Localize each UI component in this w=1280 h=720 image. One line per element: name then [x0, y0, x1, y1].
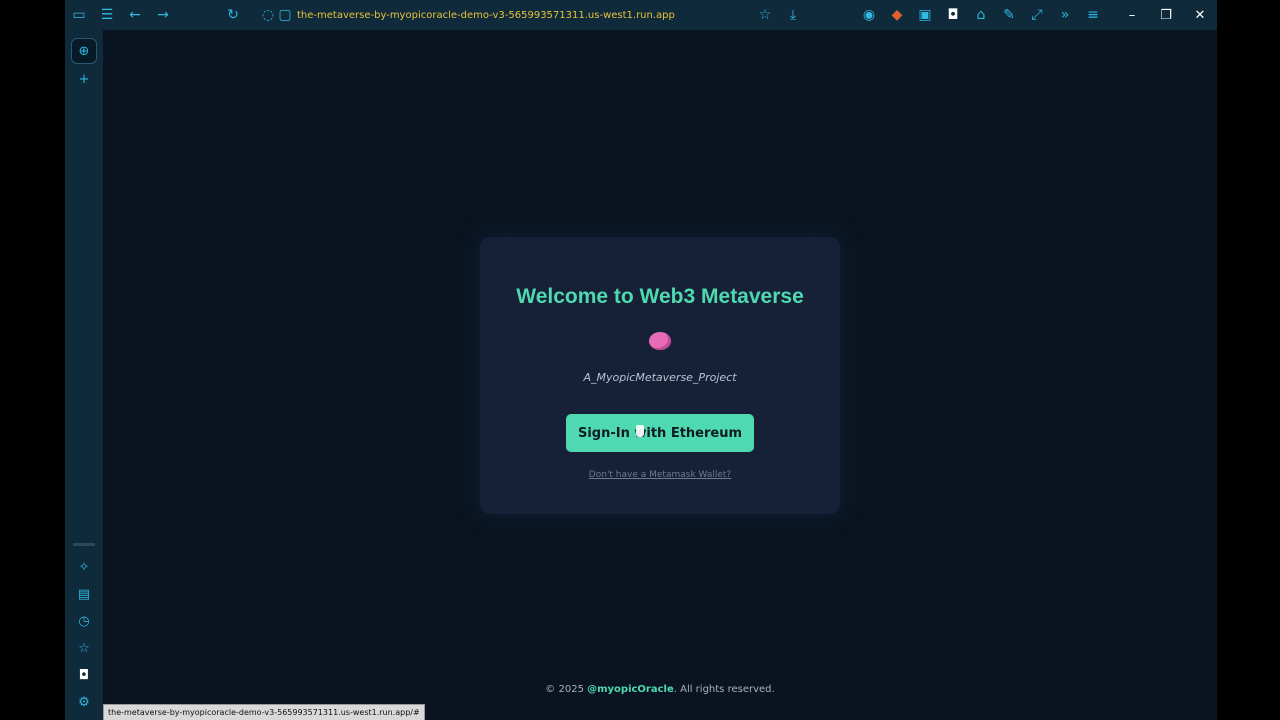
forward-arrow-icon[interactable]: → [149, 0, 177, 30]
login-card: Welcome to Web3 Metaverse A_MyopicMetave… [480, 237, 840, 514]
download-icon[interactable]: ⤓ [779, 0, 807, 30]
footer-prefix: © 2025 [545, 684, 588, 695]
plus-icon[interactable]: + [65, 67, 103, 91]
sidebar-divider [73, 543, 95, 546]
resize-icon[interactable]: ⤢ [1023, 0, 1051, 30]
shield-extension-icon[interactable]: ◘ [939, 0, 967, 30]
tabs-icon[interactable]: ☰ [93, 0, 121, 30]
brain-icon [649, 332, 671, 350]
web-page: Welcome to Web3 Metaverse A_MyopicMetave… [103, 30, 1217, 720]
shield-icon[interactable]: ◘ [65, 663, 103, 687]
reload-icon[interactable]: ↻ [219, 0, 247, 30]
shield-icon[interactable]: ◌ [259, 0, 277, 30]
mouse-cursor [636, 425, 644, 437]
star-icon[interactable]: ☆ [65, 636, 103, 660]
globe-icon[interactable]: ⊕ [71, 38, 97, 64]
lock-icon: ▢ [278, 7, 292, 23]
footer-handle-link[interactable]: @myopicOracle [587, 684, 674, 695]
sparkle-icon[interactable]: ✧ [65, 555, 103, 579]
address-bar[interactable]: the-metaverse-by-myopicoracle-demo-v3-56… [297, 10, 675, 21]
footer-suffix: . All rights reserved. [673, 684, 775, 695]
status-bar-url: the-metaverse-by-myopicoracle-demo-v3-56… [103, 704, 425, 720]
page-footer: © 2025 @myopicOracle. All rights reserve… [103, 684, 1217, 695]
wrench-icon[interactable]: ✎ [995, 0, 1023, 30]
sidebar-toggle-icon[interactable]: ▭ [65, 0, 93, 30]
minimize-button[interactable]: – [1115, 0, 1149, 30]
menu-icon[interactable]: ≡ [1079, 0, 1107, 30]
extension-icon[interactable]: ◉ [855, 0, 883, 30]
no-wallet-link[interactable]: Don't have a Metamask Wallet? [480, 470, 840, 480]
history-icon[interactable]: ◷ [65, 609, 103, 633]
star-icon[interactable]: ☆ [751, 0, 779, 30]
settings-icon[interactable]: ⚙ [65, 690, 103, 714]
more-chevron-icon[interactable]: » [1051, 0, 1079, 30]
reader-icon[interactable]: ▤ [65, 582, 103, 606]
restore-button[interactable]: ❐ [1149, 0, 1183, 30]
back-arrow-icon[interactable]: ← [121, 0, 149, 30]
project-subtitle: A_MyopicMetaverse_Project [583, 371, 737, 384]
home-icon[interactable]: ⌂ [967, 0, 995, 30]
browser-toolbar: ▭ ☰ ← → ↻ ◌ ▢ the-metaverse-by-myopicora… [65, 0, 1217, 30]
fox-extension-icon[interactable]: ◆ [883, 0, 911, 30]
browser-sidebar: ⊕ + ✧ ▤ ◷ ☆ ◘ ⚙ [65, 30, 104, 720]
signin-ethereum-button[interactable]: Sign-In with Ethereum [566, 414, 754, 452]
signin-button-label: Sign-In with Ethereum [577, 425, 743, 441]
close-button[interactable]: ✕ [1183, 0, 1217, 30]
browser-window: ▭ ☰ ← → ↻ ◌ ▢ the-metaverse-by-myopicora… [65, 0, 1217, 720]
puzzle-extension-icon[interactable]: ▣ [911, 0, 939, 30]
card-title: Welcome to Web3 Metaverse [516, 285, 804, 308]
